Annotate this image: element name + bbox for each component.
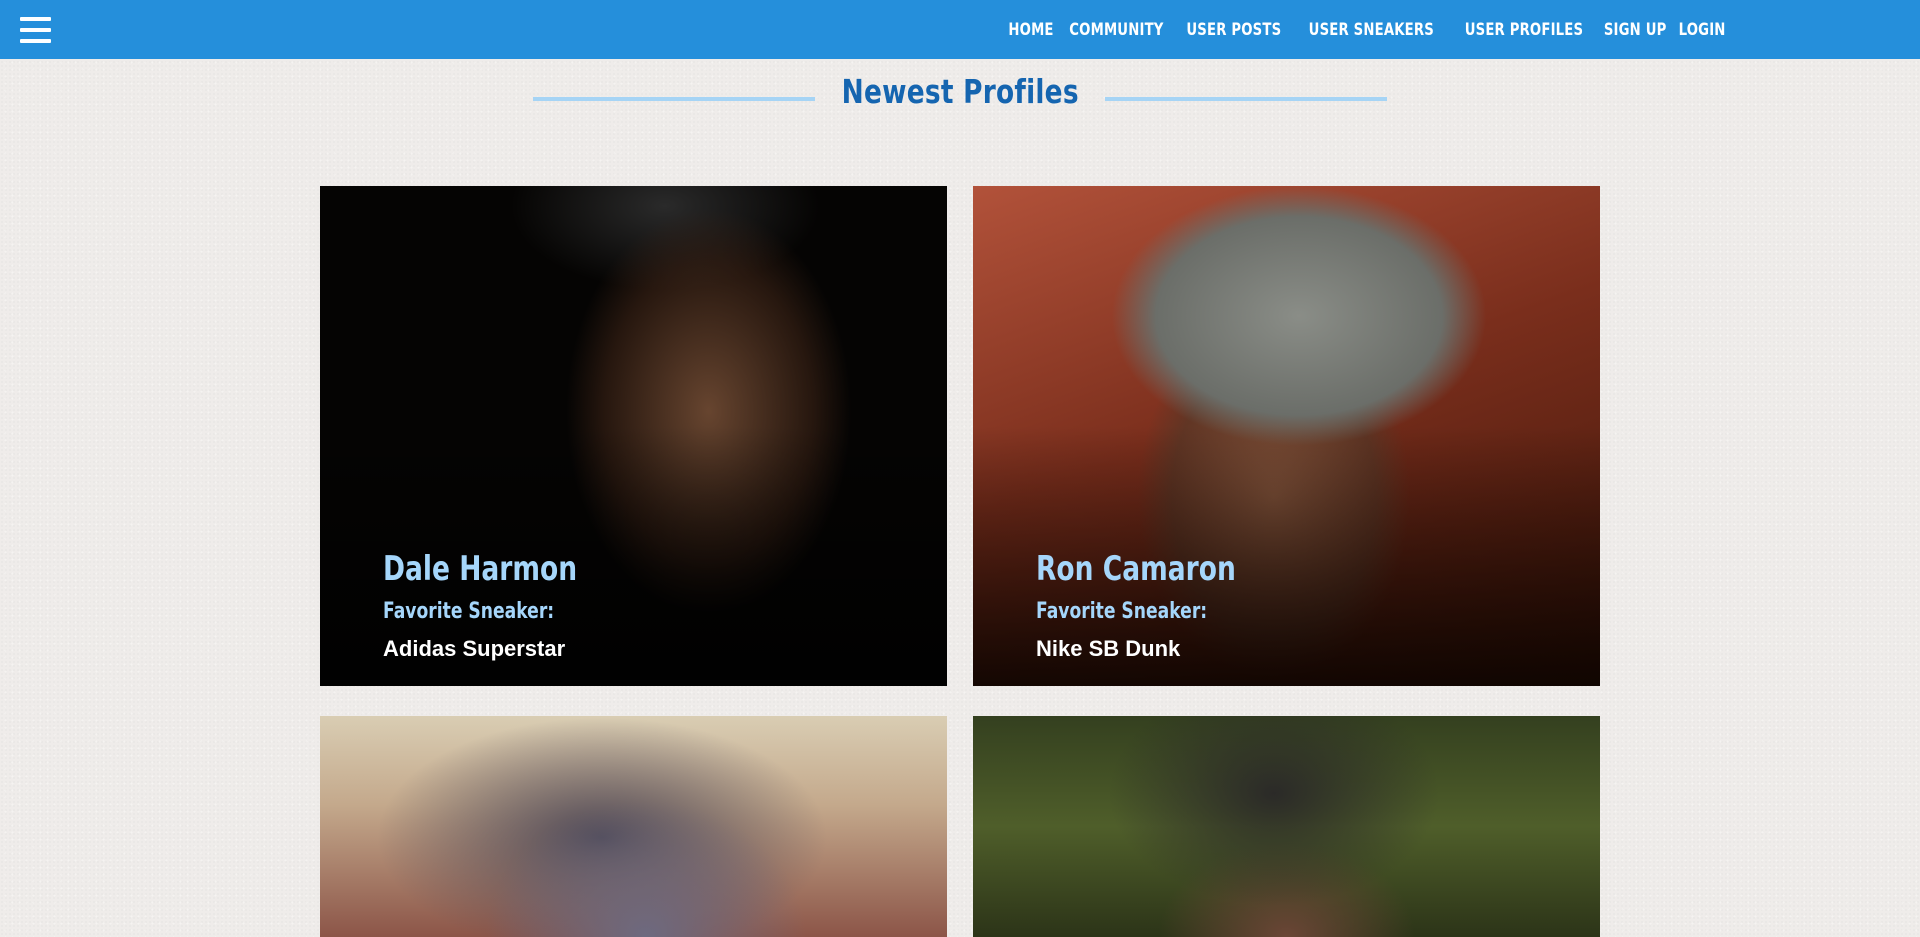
profile-photo bbox=[973, 716, 1600, 937]
hamburger-menu-icon[interactable] bbox=[20, 17, 51, 43]
nav-sign-up[interactable]: SIGN UP bbox=[1604, 20, 1667, 40]
nav-user-profiles[interactable]: USER PROFILES bbox=[1464, 20, 1582, 40]
profile-name[interactable]: Dale Harmon bbox=[383, 549, 577, 589]
profile-card[interactable] bbox=[320, 716, 947, 937]
top-navbar: HOME COMMUNITY USER POSTS USER SNEAKERS … bbox=[0, 0, 1920, 59]
profile-info: Ron Camaron Favorite Sneaker: Nike SB Du… bbox=[1036, 549, 1292, 662]
profile-name[interactable]: Ron Camaron bbox=[1036, 549, 1236, 589]
profile-card[interactable] bbox=[973, 716, 1600, 937]
nav-login[interactable]: LOGIN bbox=[1678, 20, 1725, 40]
title-divider-right bbox=[1105, 97, 1387, 101]
main-nav: HOME COMMUNITY USER POSTS USER SNEAKERS … bbox=[1009, 0, 1725, 59]
favorite-sneaker-value: Adidas Superstar bbox=[383, 636, 566, 661]
profile-card[interactable]: Ron Camaron Favorite Sneaker: Nike SB Du… bbox=[973, 186, 1600, 686]
favorite-sneaker-label: Favorite Sneaker: bbox=[1036, 599, 1208, 624]
nav-home[interactable]: HOME bbox=[1009, 20, 1054, 40]
profile-photo bbox=[320, 716, 947, 937]
favorite-sneaker-value: Nike SB Dunk bbox=[1036, 636, 1181, 661]
nav-user-posts[interactable]: USER POSTS bbox=[1187, 20, 1282, 40]
favorite-sneaker-label: Favorite Sneaker: bbox=[383, 599, 555, 624]
nav-community[interactable]: COMMUNITY bbox=[1070, 20, 1164, 40]
profile-info: Dale Harmon Favorite Sneaker: Adidas Sup… bbox=[383, 549, 632, 662]
section-heading: Newest Profiles bbox=[0, 72, 1920, 111]
nav-user-sneakers[interactable]: USER SNEAKERS bbox=[1309, 20, 1434, 40]
page-title: Newest Profiles bbox=[841, 72, 1079, 111]
profile-card[interactable]: Dale Harmon Favorite Sneaker: Adidas Sup… bbox=[320, 186, 947, 686]
